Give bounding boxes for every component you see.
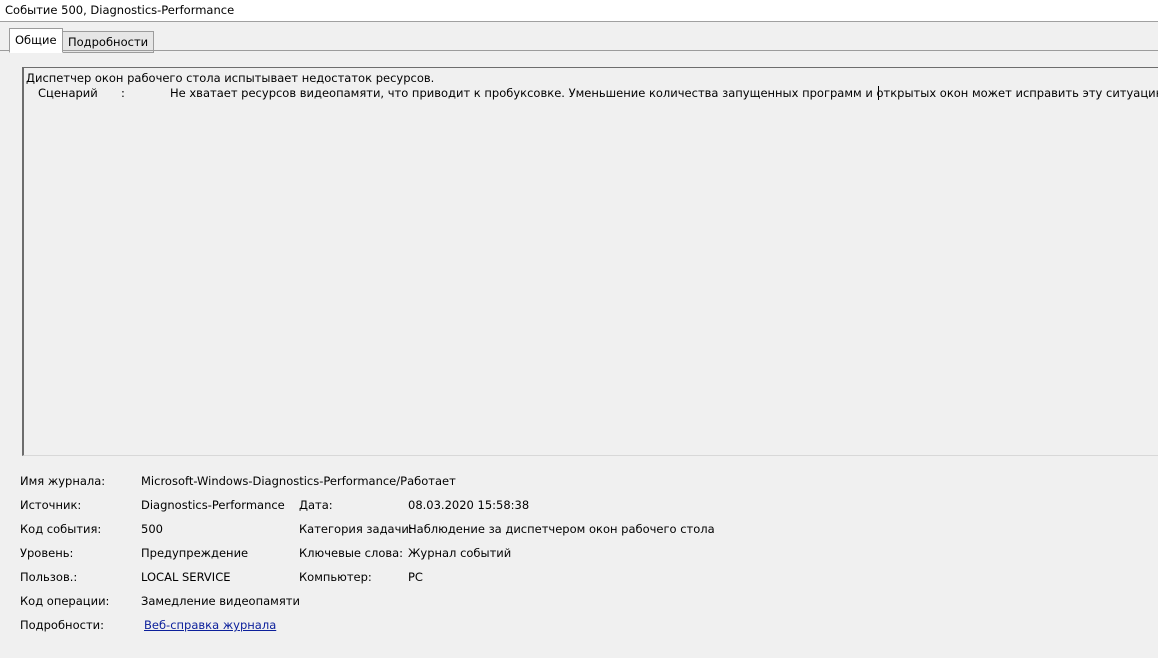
opcode-value: Замедление видеопамяти (141, 594, 300, 608)
date-value: 08.03.2020 15:58:38 (408, 498, 530, 512)
source-value: Diagnostics-Performance (141, 498, 285, 512)
computer-label: Компьютер: (299, 570, 372, 584)
opcode-label: Код операции: (20, 594, 110, 608)
scenario-colon: : (121, 86, 125, 100)
level-label: Уровень: (20, 546, 74, 560)
text-caret (878, 86, 879, 100)
event-log-online-help-link[interactable]: Веб-справка журнала (144, 618, 276, 632)
details-label: Подробности: (20, 618, 104, 632)
date-label: Дата: (299, 498, 333, 512)
source-label: Источник: (20, 498, 82, 512)
log-name-value: Microsoft-Windows-Diagnostics-Performanc… (141, 474, 456, 488)
keywords-label: Ключевые слова: (299, 546, 404, 560)
computer-value: PC (408, 570, 423, 584)
scenario-label: Сценарий (38, 86, 98, 100)
description-line: Диспетчер окон рабочего стола испытывает… (26, 71, 435, 85)
user-value: LOCAL SERVICE (141, 570, 231, 584)
window-title: Событие 500, Diagnostics-Performance (5, 3, 235, 17)
keywords-value: Журнал событий (408, 546, 512, 560)
tab-general[interactable]: Общие (9, 28, 63, 53)
level-value: Предупреждение (141, 546, 249, 560)
tab-strip: Общие Подробности (0, 22, 1158, 53)
scenario-text: Не хватает ресурсов видеопамяти, что при… (170, 86, 1158, 100)
event-id-value: 500 (141, 522, 163, 536)
event-description-box[interactable]: Диспетчер окон рабочего стола испытывает… (22, 67, 1158, 456)
task-category-value: Наблюдение за диспетчером окон рабочего … (408, 522, 715, 536)
event-properties-window: Событие 500, Diagnostics-Performance Общ… (0, 0, 1158, 660)
user-label: Пользов.: (20, 570, 78, 584)
log-name-label: Имя журнала: (20, 474, 106, 488)
task-category-label: Категория задачи: (299, 522, 413, 536)
event-id-label: Код события: (20, 522, 102, 536)
title-bar: Событие 500, Diagnostics-Performance (0, 0, 1158, 22)
tab-panel-border (0, 50, 1158, 51)
